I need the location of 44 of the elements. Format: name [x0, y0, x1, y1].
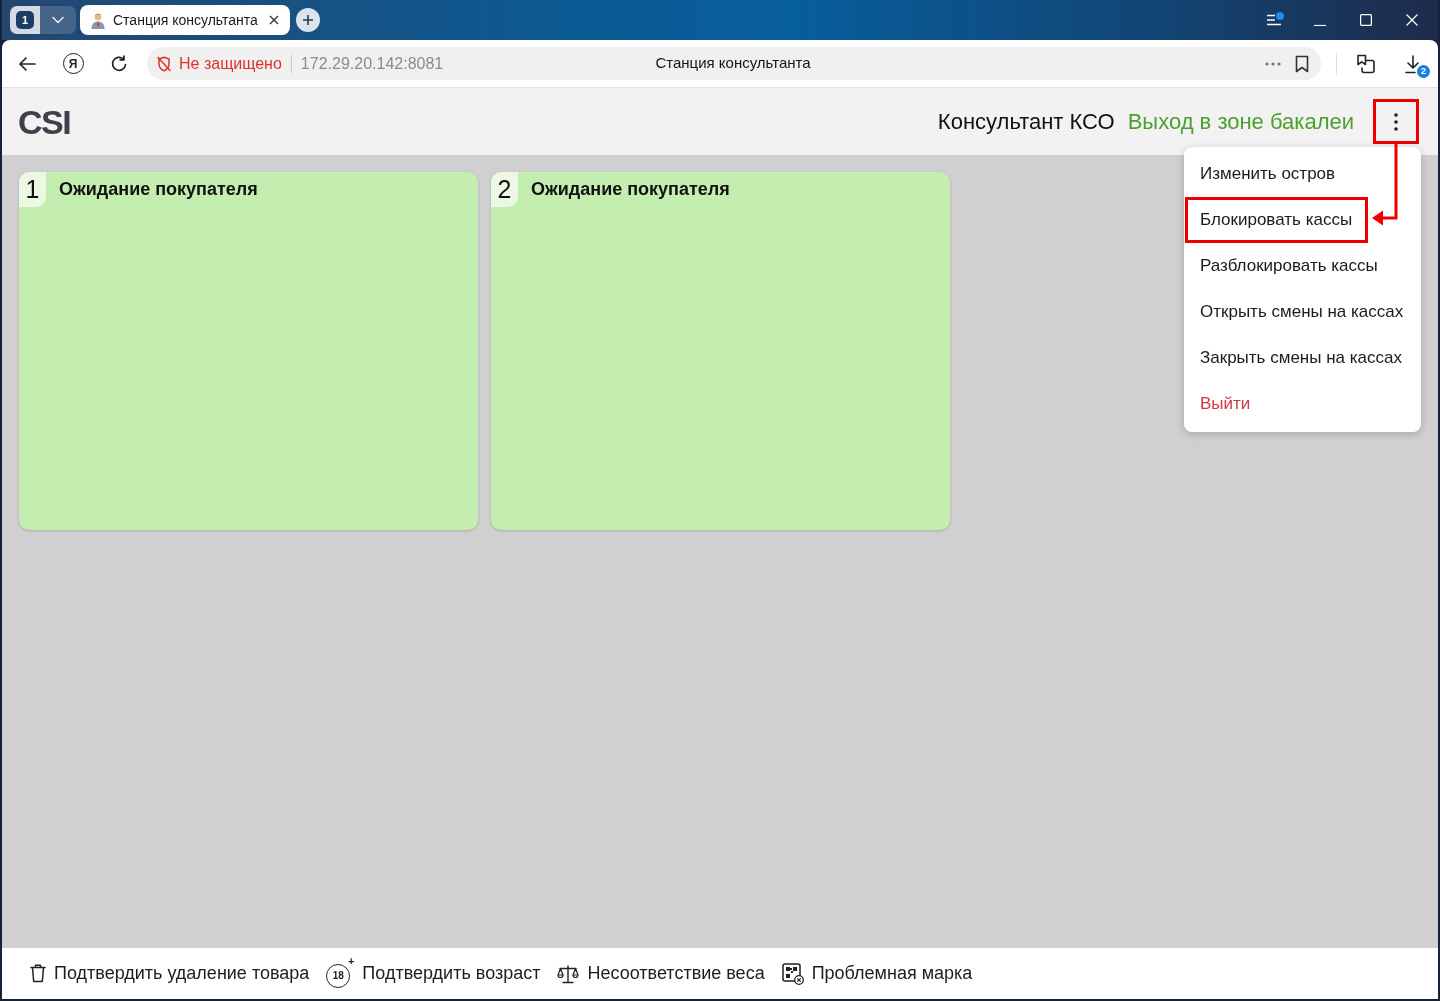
station-status: Ожидание покупателя [59, 178, 258, 200]
station-status: Ожидание покупателя [531, 178, 730, 200]
security-warning[interactable]: Не защищено [179, 51, 282, 76]
station-number: 1 [19, 172, 46, 207]
menu-item[interactable]: Выйти [1185, 381, 1267, 427]
bookmark-icon[interactable] [1295, 54, 1309, 73]
trash-icon [30, 964, 46, 983]
qr-code-error-icon [781, 962, 804, 985]
tab-list-button[interactable] [40, 6, 76, 34]
menu-icon[interactable] [1266, 14, 1282, 26]
kebab-icon [1394, 112, 1398, 131]
shield-crossed-icon [157, 55, 171, 72]
menu-item[interactable]: Изменить остров [1185, 151, 1352, 197]
menu-item[interactable]: Закрыть смены на кассах [1185, 335, 1418, 381]
maximize-icon[interactable] [1360, 14, 1372, 26]
tab-group-button[interactable]: 1 [10, 6, 40, 34]
action-button[interactable]: Проблемная марка [781, 960, 973, 987]
browser-tab[interactable]: Станция консультанта [80, 5, 290, 35]
chevron-down-icon [52, 16, 64, 24]
menu-item[interactable]: Открыть смены на кассах [1185, 289, 1420, 335]
bookmark-card-icon[interactable] [1356, 53, 1376, 74]
back-arrow-icon[interactable] [18, 55, 36, 72]
person-icon [91, 11, 105, 29]
page-title: Станция консультанта [655, 53, 811, 74]
station-card[interactable]: 2 Ожидание покупателя [491, 172, 950, 530]
download-count: 2 [1417, 64, 1430, 78]
zone-name: Выход в зоне бакалеи [1127, 108, 1354, 136]
station-card[interactable]: 1 Ожидание покупателя [19, 172, 478, 530]
plus-icon [302, 14, 314, 26]
new-tab-button[interactable] [296, 8, 320, 32]
user-role: Консультант КСО [937, 108, 1115, 136]
scales-icon [557, 963, 580, 984]
more-button[interactable] [1373, 99, 1419, 144]
close-icon[interactable] [269, 15, 279, 25]
station-number: 2 [491, 172, 518, 207]
action-button[interactable]: Несоответствие веса [557, 960, 765, 987]
app-logo: CSI [18, 104, 71, 139]
address-bar[interactable]: Не защищено 172.29.20.142:8081 Станция консультанта [147, 47, 1321, 80]
menu-item[interactable]: Блокировать кассы [1185, 197, 1369, 243]
menu-item[interactable]: Разблокировать кассы [1185, 243, 1394, 289]
more-icon[interactable] [1265, 61, 1281, 66]
download-icon[interactable] [1404, 53, 1422, 74]
reload-icon[interactable] [110, 54, 128, 73]
action-button[interactable]: Подтвердить удаление товара [30, 960, 310, 987]
